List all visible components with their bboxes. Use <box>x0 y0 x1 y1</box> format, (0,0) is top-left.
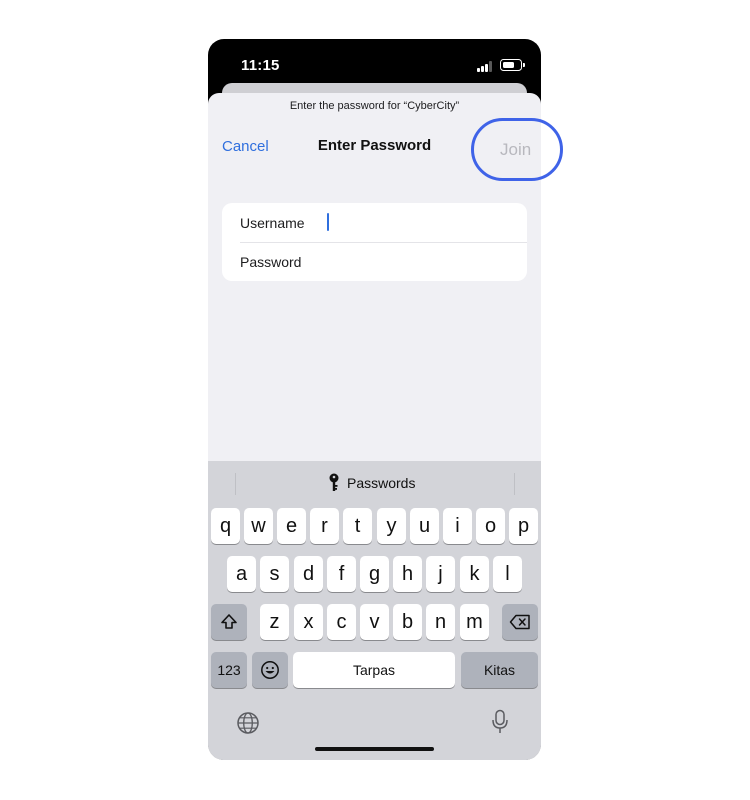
passwords-suggestion[interactable]: Passwords <box>328 472 415 494</box>
battery-icon <box>500 59 525 71</box>
password-sheet: Enter the password for “CyberCity” Cance… <box>208 93 541 760</box>
key-r[interactable]: r <box>310 508 339 544</box>
text-cursor <box>327 213 329 231</box>
key-o[interactable]: o <box>476 508 505 544</box>
globe-icon[interactable] <box>236 711 260 735</box>
key-d[interactable]: d <box>294 556 323 592</box>
key-l[interactable]: l <box>493 556 522 592</box>
key-icon <box>329 473 339 491</box>
key-t[interactable]: t <box>343 508 372 544</box>
key-m[interactable]: m <box>460 604 489 640</box>
keyboard: Passwords q w e r t y u i o p a s d f g … <box>208 461 541 760</box>
key-v[interactable]: v <box>360 604 389 640</box>
key-h[interactable]: h <box>393 556 422 592</box>
key-e[interactable]: e <box>277 508 306 544</box>
key-p[interactable]: p <box>509 508 538 544</box>
shift-key[interactable] <box>211 604 247 640</box>
key-c[interactable]: c <box>327 604 356 640</box>
status-bar: 11:15 <box>208 39 541 89</box>
key-z[interactable]: z <box>260 604 289 640</box>
key-g[interactable]: g <box>360 556 389 592</box>
password-prompt: Enter the password for “CyberCity” <box>289 100 460 112</box>
key-s[interactable]: s <box>260 556 289 592</box>
key-n[interactable]: n <box>426 604 455 640</box>
delete-icon <box>509 614 530 630</box>
key-w[interactable]: w <box>244 508 273 544</box>
return-key[interactable]: Kitas <box>461 652 538 688</box>
credentials-form: Username Password <box>222 203 527 281</box>
signal-icon <box>477 61 493 72</box>
username-field[interactable] <box>334 208 519 236</box>
home-indicator <box>315 747 434 751</box>
key-y[interactable]: y <box>377 508 406 544</box>
passwords-suggestion-label: Passwords <box>347 475 416 491</box>
username-row[interactable]: Username <box>222 203 527 243</box>
password-label: Password <box>240 254 302 270</box>
microphone-icon[interactable] <box>491 709 509 735</box>
join-button-highlight <box>471 118 563 181</box>
emoji-icon <box>261 661 279 679</box>
shift-icon <box>221 614 237 629</box>
suggestion-divider <box>235 473 236 495</box>
key-f[interactable]: f <box>327 556 356 592</box>
key-q[interactable]: q <box>211 508 240 544</box>
username-label: Username <box>240 215 305 231</box>
emoji-key[interactable] <box>252 652 288 688</box>
suggestion-bar: Passwords <box>208 461 541 501</box>
key-j[interactable]: j <box>426 556 455 592</box>
key-i[interactable]: i <box>443 508 472 544</box>
key-a[interactable]: a <box>227 556 256 592</box>
delete-key[interactable] <box>502 604 538 640</box>
key-b[interactable]: b <box>393 604 422 640</box>
status-time: 11:15 <box>241 57 280 74</box>
password-row[interactable]: Password <box>222 242 527 281</box>
password-field[interactable] <box>334 247 519 275</box>
key-k[interactable]: k <box>460 556 489 592</box>
numbers-key[interactable]: 123 <box>211 652 247 688</box>
suggestion-divider <box>514 473 515 495</box>
space-key[interactable]: Tarpas <box>293 652 455 688</box>
key-u[interactable]: u <box>410 508 439 544</box>
key-x[interactable]: x <box>294 604 323 640</box>
